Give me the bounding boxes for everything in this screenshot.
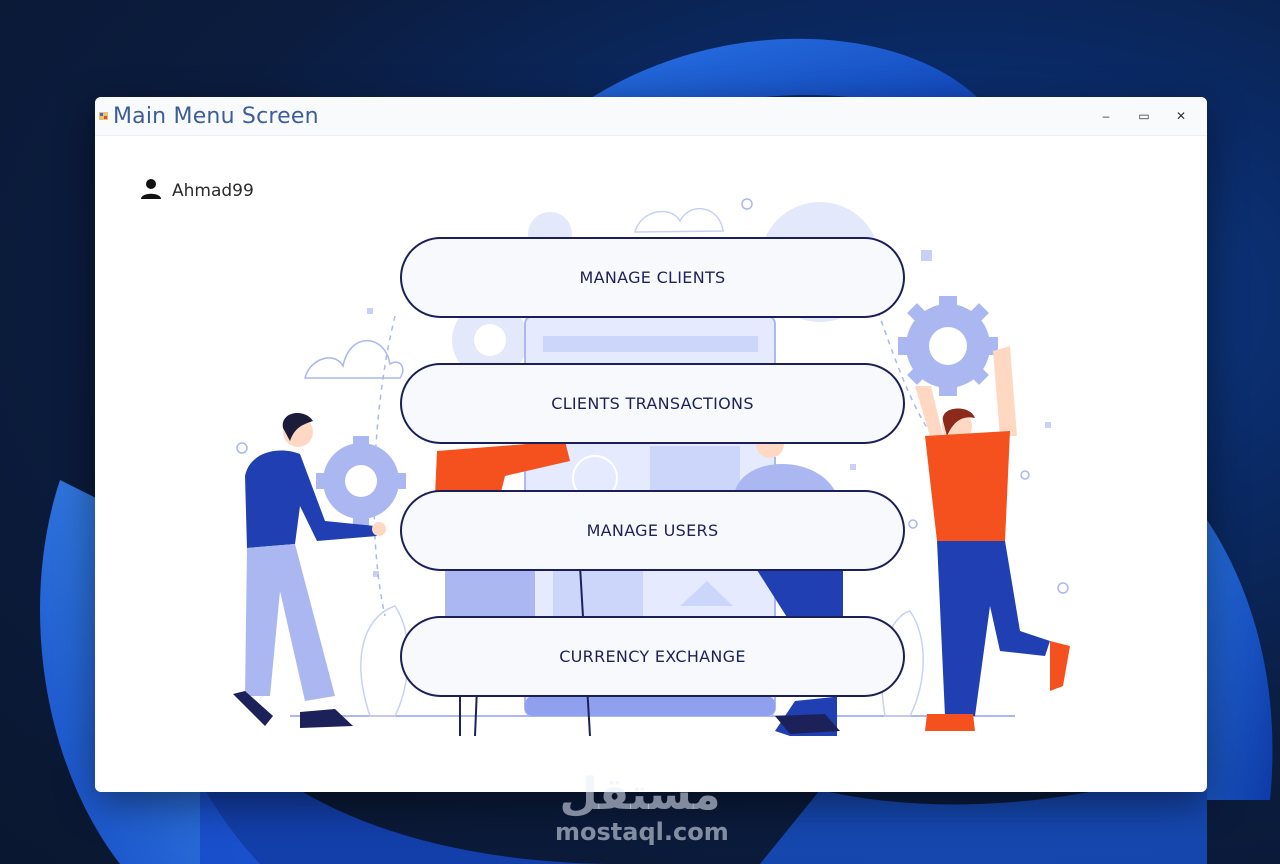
- user-icon: [141, 179, 161, 199]
- username-label: Ahmad99: [172, 181, 254, 201]
- app-icon: [99, 112, 108, 120]
- currency-exchange-button[interactable]: CURRENCY EXCHANGE: [400, 616, 905, 697]
- maximize-button[interactable]: ▭: [1130, 106, 1158, 126]
- manage-clients-button[interactable]: MANAGE CLIENTS: [400, 237, 905, 318]
- main-content: Ahmad99 MANAGE CLIENTS CLIENTS TRANSACTI…: [95, 136, 1207, 792]
- main-menu-window: Main Menu Screen – ▭ ✕ Ahmad99 MANAGE CL…: [95, 97, 1207, 792]
- person-right: [898, 296, 1070, 731]
- minimize-button[interactable]: –: [1092, 106, 1120, 126]
- watermark-logo: مستقل: [559, 769, 721, 820]
- watermark: مستقل mostaql.com: [555, 769, 729, 852]
- person-left: [233, 412, 406, 728]
- manage-users-button[interactable]: MANAGE USERS: [400, 490, 905, 571]
- clients-transactions-button[interactable]: CLIENTS TRANSACTIONS: [400, 363, 905, 444]
- close-button[interactable]: ✕: [1167, 106, 1195, 126]
- window-title: Main Menu Screen: [113, 104, 319, 129]
- watermark-url: mostaql.com: [555, 818, 729, 846]
- title-bar[interactable]: Main Menu Screen – ▭ ✕: [95, 97, 1207, 136]
